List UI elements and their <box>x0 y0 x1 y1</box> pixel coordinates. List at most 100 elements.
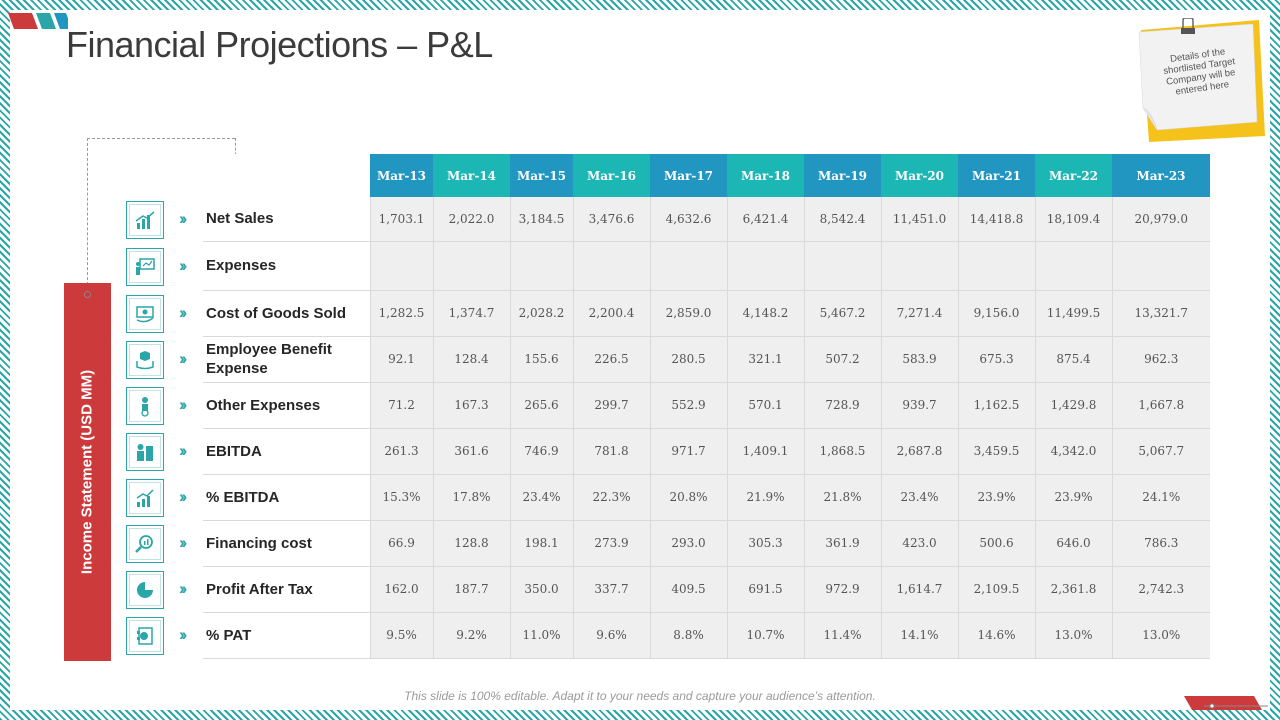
table-cell <box>957 241 1035 291</box>
pie-chart-icon <box>126 571 164 609</box>
table-cell: 2,109.5 <box>957 566 1035 613</box>
table-cell: 321.1 <box>726 336 804 383</box>
column-header: Mar-16 <box>573 154 650 197</box>
table-cell <box>432 241 510 291</box>
table-cell: 1,162.5 <box>957 382 1035 429</box>
table-cell: 2,361.8 <box>1034 566 1112 613</box>
table-header-row: Mar-13 Mar-14 Mar-15 Mar-16 Mar-17 Mar-1… <box>203 154 1210 197</box>
table-cell: 293.0 <box>649 520 727 567</box>
chevron-right-icon: ›› <box>179 256 188 275</box>
table-cell: 9,156.0 <box>957 290 1035 337</box>
chevron-right-icon: ›› <box>179 579 188 598</box>
money-bill-icon <box>126 295 164 333</box>
connector-line <box>87 138 235 139</box>
table-cell: 10.7% <box>726 612 804 659</box>
table-row: Net Sales 1,703.1 2,022.0 3,184.5 3,476.6 4,6… <box>203 197 1210 242</box>
table-cell: 939.7 <box>880 382 958 429</box>
table-cell: 187.7 <box>432 566 510 613</box>
row-label: Profit After Tax <box>203 566 370 613</box>
table-cell: 265.6 <box>509 382 573 429</box>
column-header: Mar-21 <box>958 154 1035 197</box>
table-row: % EBITDA 15.3% 17.8% 23.4% 22.3% 20.8% 21.9% 21… <box>203 474 1210 521</box>
table-cell: 8,542.4 <box>803 197 881 242</box>
chevron-right-icon: ›› <box>179 625 188 644</box>
chevron-right-icon: ›› <box>179 533 188 552</box>
table-cell: 128.8 <box>432 520 510 567</box>
table-cell: 21.8% <box>803 474 881 521</box>
table-cell: 9.2% <box>432 612 510 659</box>
table-cell: 21.9% <box>726 474 804 521</box>
column-header: Mar-19 <box>804 154 881 197</box>
column-header: Mar-13 <box>370 154 433 197</box>
table-cell <box>369 241 433 291</box>
column-header: Mar-20 <box>881 154 958 197</box>
table-row: Profit After Tax 162.0 187.7 350.0 337.7 409.… <box>203 566 1210 613</box>
income-statement-table: Mar-13 Mar-14 Mar-15 Mar-16 Mar-17 Mar-1… <box>203 154 1210 659</box>
presentation-icon <box>126 248 164 286</box>
table-cell: 2,200.4 <box>572 290 650 337</box>
table-cell: 4,148.2 <box>726 290 804 337</box>
table-cell: 2,687.8 <box>880 428 958 475</box>
table-cell: 305.3 <box>726 520 804 567</box>
table-cell: 92.1 <box>369 336 433 383</box>
table-cell: 646.0 <box>1034 520 1112 567</box>
table-cell: 9.5% <box>369 612 433 659</box>
table-cell: 167.3 <box>432 382 510 429</box>
table-cell: 5,467.2 <box>803 290 881 337</box>
table-cell: 162.0 <box>369 566 433 613</box>
table-cell: 14,418.8 <box>957 197 1035 242</box>
table-cell <box>1111 241 1210 291</box>
table-cell: 1,667.8 <box>1111 382 1210 429</box>
table-cell: 11.0% <box>509 612 573 659</box>
column-header: Mar-22 <box>1035 154 1112 197</box>
hand-box-icon <box>126 341 164 379</box>
column-header: Mar-17 <box>650 154 727 197</box>
table-cell: 280.5 <box>649 336 727 383</box>
table-cell: 17.8% <box>432 474 510 521</box>
table-cell: 691.5 <box>726 566 804 613</box>
table-row: Expenses <box>203 241 1210 291</box>
table-cell: 962.3 <box>1111 336 1210 383</box>
row-label: Employee Benefit Expense <box>203 336 370 383</box>
chevron-right-icon: ›› <box>179 487 188 506</box>
table-cell: 11.4% <box>803 612 881 659</box>
column-header: Mar-23 <box>1112 154 1210 197</box>
table-cell: 8.8% <box>649 612 727 659</box>
table-cell: 128.4 <box>432 336 510 383</box>
table-cell: 155.6 <box>509 336 573 383</box>
table-cell: 675.3 <box>957 336 1035 383</box>
table-cell: 2,022.0 <box>432 197 510 242</box>
row-label: Expenses <box>203 241 370 291</box>
table-cell: 1,282.5 <box>369 290 433 337</box>
table-cell: 2,742.3 <box>1111 566 1210 613</box>
row-label: EBITDA <box>203 428 370 475</box>
table-cell: 299.7 <box>572 382 650 429</box>
table-cell <box>509 241 573 291</box>
table-cell: 875.4 <box>1034 336 1112 383</box>
table-cell: 361.6 <box>432 428 510 475</box>
table-cell: 9.6% <box>572 612 650 659</box>
table-cell: 1,429.8 <box>1034 382 1112 429</box>
column-header: Mar-18 <box>727 154 804 197</box>
magnifier-chart-icon <box>126 525 164 563</box>
table-cell: 728.9 <box>803 382 881 429</box>
header-blank <box>203 154 370 197</box>
footer-note: This slide is 100% editable. Adapt it to… <box>404 689 876 703</box>
table-cell: 781.8 <box>572 428 650 475</box>
table-cell: 6,421.4 <box>726 197 804 242</box>
table-cell <box>726 241 804 291</box>
table-cell: 14.1% <box>880 612 958 659</box>
table-cell: 552.9 <box>649 382 727 429</box>
side-label: Income Statement (USD MM) <box>78 369 96 575</box>
table-row: Cost of Goods Sold 1,282.5 1,374.7 2,028.2 2… <box>203 290 1210 337</box>
table-cell <box>803 241 881 291</box>
row-label: Cost of Goods Sold <box>203 290 370 337</box>
table-cell: 11,451.0 <box>880 197 958 242</box>
table-cell: 500.6 <box>957 520 1035 567</box>
table-cell <box>1034 241 1112 291</box>
table-cell: 972.9 <box>803 566 881 613</box>
table-cell: 570.1 <box>726 382 804 429</box>
table-cell: 23.4% <box>880 474 958 521</box>
table-cell: 971.7 <box>649 428 727 475</box>
table-cell: 13,321.7 <box>1111 290 1210 337</box>
